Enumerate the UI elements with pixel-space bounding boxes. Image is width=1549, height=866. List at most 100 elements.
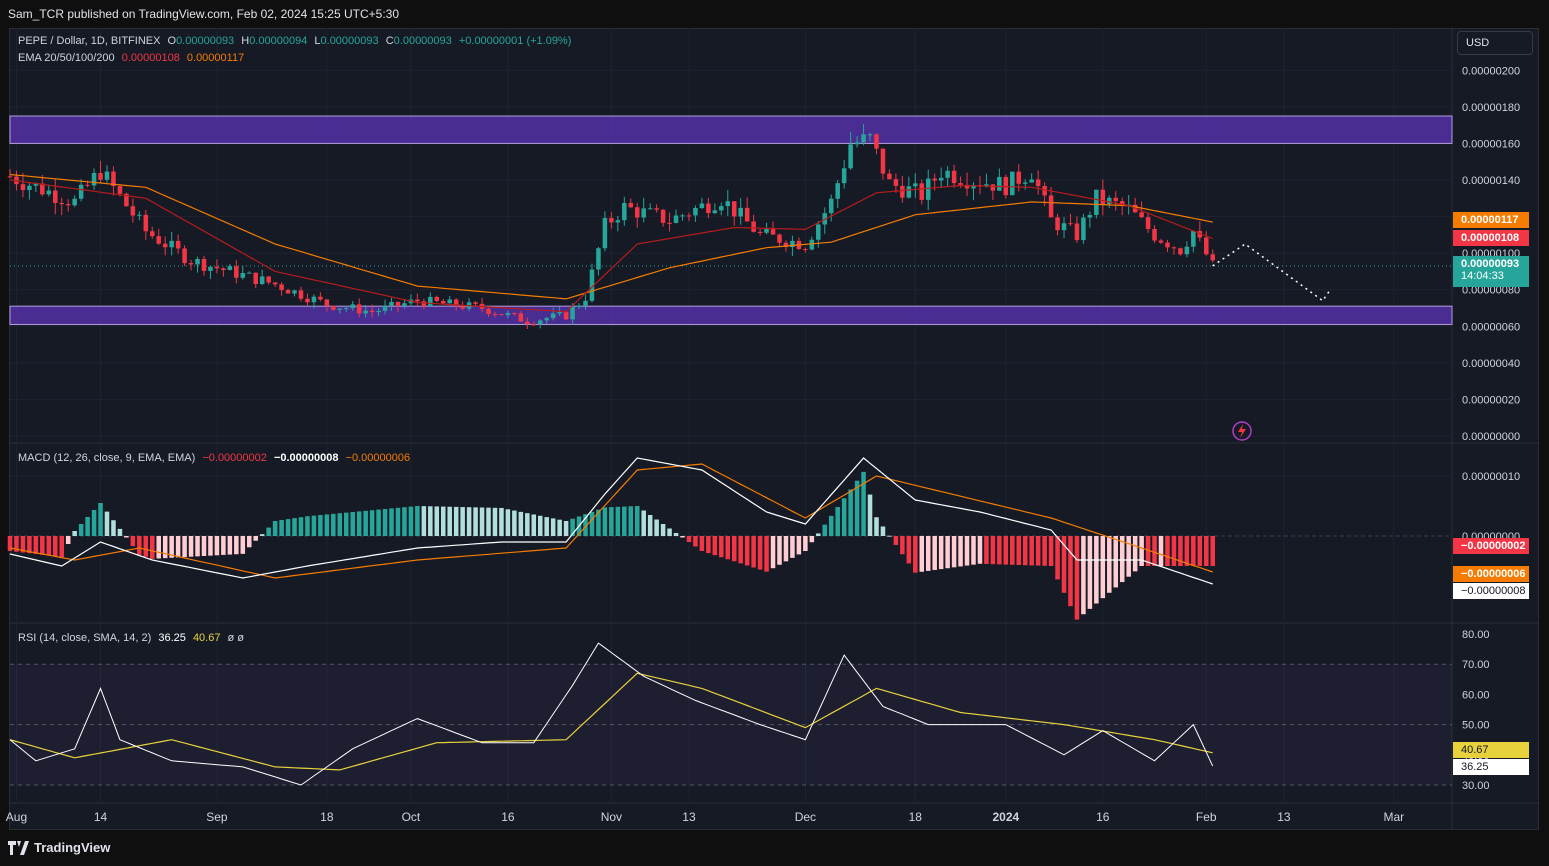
macd-histogram-bar [686,536,692,542]
macd-histogram-bar [331,513,336,536]
candle-body [1171,247,1177,249]
macd-histogram-bar [699,536,705,551]
macd-histogram-bar [59,536,64,557]
candle-body [169,240,174,248]
candle-body [402,303,407,307]
macd-histogram-bar [900,536,905,555]
macd-histogram-bar [402,507,407,536]
candle-body [777,234,782,243]
candle-body [744,207,750,222]
candle-body [583,300,588,306]
candle-body [719,206,724,211]
ema-slow-tag: 0.00000117 [1453,212,1529,228]
candle-body [874,134,879,149]
candle-body [311,296,317,303]
lightning-icon[interactable] [1231,420,1253,442]
macd-histogram-bar [1016,536,1022,565]
candle-body [104,171,110,180]
macd-histogram-bar [395,507,401,536]
macd-histogram-bar [951,536,957,568]
rsi-tick-label: 60.00 [1462,689,1490,701]
candle-body [246,272,252,274]
candle-body [350,304,355,309]
macd-histogram-bar [1132,536,1138,572]
candle-body [1152,228,1157,241]
x-tick-label: 18 [320,810,334,824]
macd-histogram-bar [525,513,530,536]
macd-histogram-bar [221,536,226,555]
macd-histogram-bar [1100,536,1106,599]
macd-histogram-bar [512,510,517,536]
x-tick-label: 2024 [992,810,1019,824]
macd-histogram-bar [253,536,258,541]
candle-body [130,206,136,216]
x-tick-label: 16 [501,810,515,824]
macd-histogram-bar [27,536,32,554]
macd-histogram-bar [809,536,815,543]
macd-histogram-bar [72,531,77,536]
macd-histogram-bar [589,511,595,536]
macd-histogram-bar [208,536,213,556]
candle-body [356,304,362,314]
zones [9,115,1453,325]
candle-body [609,217,614,223]
candle-body [770,228,776,235]
macd-histogram-bar [990,536,996,565]
macd-histogram-bar [1022,536,1028,566]
candle-body [486,308,491,315]
candle-body [764,228,769,233]
macd-histogram-bar [143,536,149,557]
x-tick-label: Feb [1196,810,1217,824]
macd-histogram-bar [1003,536,1009,565]
candle-body [1042,186,1047,196]
candle-body [938,177,944,181]
macd-histogram-bar [111,520,116,536]
rsi-legend: RSI (14, close, SMA, 14, 2) 36.25 40.67 … [18,632,248,644]
macd-histogram-bar [803,536,808,551]
ema-label: EMA 20/50/100/200 [18,52,115,64]
macd-line-tag: −0.00000008 [1453,583,1529,599]
price-tick-label: 0.00000060 [1462,321,1520,333]
candle-body [1210,254,1216,261]
candle-body [647,208,653,210]
macd-histogram-bar [1081,536,1086,615]
macd-histogram-bar [938,536,944,570]
candle-body [880,148,886,174]
macd-histogram-bar [757,536,763,570]
macd-histogram-bar [421,506,427,536]
macd-histogram-bar [486,507,491,536]
x-tick-label: 13 [682,810,696,824]
macd-histogram-bar [628,506,634,536]
currency-button[interactable]: USD [1457,31,1533,55]
macd-label: MACD (12, 26, close, 9, EMA, EMA) [18,452,196,464]
candle-body [440,300,446,304]
x-tick-label: 16 [1096,810,1110,824]
x-tick-label: Nov [601,810,622,824]
macd-histogram-bar [337,513,343,536]
candle-body [253,272,258,285]
candle-body [1029,179,1034,183]
candle-body [492,314,498,316]
chart-canvas[interactable]: Aug 14 Sep 18 Oct 16 Nov 13 Dec 18 2024 16 Feb 13 Mar 0… [0,0,1549,866]
ema-fast-value: 0.00000108 [121,52,180,64]
macd-histogram-bar [1010,536,1015,565]
macd-histogram-bar [85,517,90,536]
macd-histogram-bar [130,536,136,547]
tradingview-logo[interactable]: TradingView [8,840,110,855]
macd-histogram-bar [415,506,420,536]
low-label: L [314,35,321,47]
macd-histogram-bar [453,506,459,536]
candle-body [72,198,77,206]
candle-body [1100,189,1106,204]
footer-bar: TradingView [0,834,1549,866]
candle-body [1191,231,1196,247]
candle-body [337,308,343,310]
macd-histogram-bar [227,536,233,555]
macd-histogram-bar [382,509,388,536]
candle-body [686,215,692,217]
macd-histogram-bar [893,536,899,545]
candle-body [298,290,304,299]
macd-histogram-bar [214,536,220,556]
macd-histogram-bar [550,518,556,536]
macd-histogram-bar [440,506,446,536]
